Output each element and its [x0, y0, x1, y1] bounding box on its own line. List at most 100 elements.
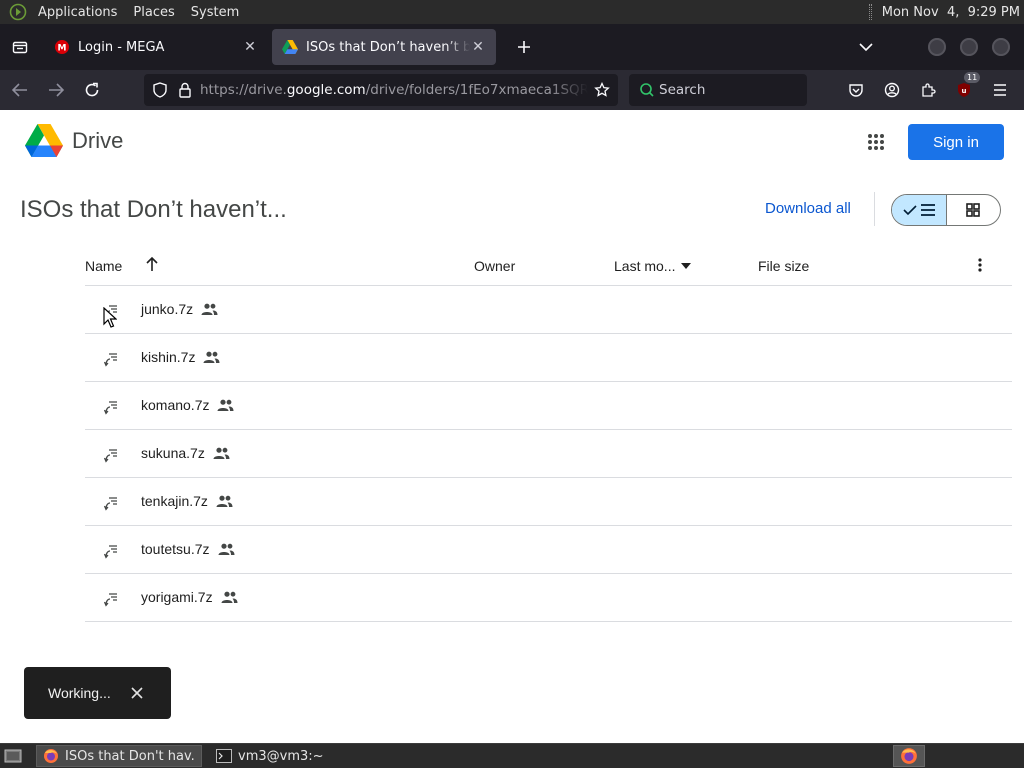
- taskbar-item-label: vm3@vm3:~: [238, 748, 324, 764]
- more-options-vertical-icon[interactable]: [978, 257, 982, 273]
- mega-icon: M: [54, 39, 70, 55]
- svg-text:u: u: [962, 87, 967, 95]
- bookmark-star-icon[interactable]: [588, 76, 616, 104]
- hamburger-menu-icon[interactable]: [984, 74, 1016, 106]
- archive-file-icon: [103, 591, 119, 607]
- shared-people-icon: [216, 494, 234, 508]
- tab-google-drive[interactable]: ISOs that Don’t haven’t been ✕: [272, 29, 496, 65]
- url-path: /drive/folders/1fEo7xmaeca1SQRN9: [365, 82, 588, 98]
- table-row[interactable]: yorigami.7z: [85, 574, 1012, 622]
- terminal-icon: [216, 749, 232, 763]
- tray-firefox-icon[interactable]: [893, 745, 925, 767]
- archive-file-icon: [103, 447, 119, 463]
- close-tab-icon[interactable]: ✕: [242, 39, 258, 55]
- browser-tab-strip: M Login - MEGA ✕ ISOs that Don’t haven’t…: [0, 24, 1024, 70]
- list-all-tabs-chevron-icon[interactable]: [852, 33, 880, 61]
- reload-icon[interactable]: [76, 74, 108, 106]
- page-content: Drive Sign in ISOs that Don’t haven’t...…: [0, 110, 1024, 743]
- back-arrow-icon[interactable]: [4, 74, 36, 106]
- column-header-name[interactable]: Name: [85, 258, 122, 274]
- checkmark-icon: [903, 204, 917, 216]
- file-name[interactable]: sukuna.7z: [141, 445, 231, 461]
- shared-people-icon: [201, 302, 219, 316]
- shared-people-icon: [217, 398, 235, 412]
- file-table: Name Owner Last mo... File size junko.7z…: [85, 248, 1012, 622]
- panel-grip: [868, 4, 872, 20]
- table-row[interactable]: tenkajin.7z: [85, 478, 1012, 526]
- url-bar[interactable]: https://drive.google.com/drive/folders/1…: [144, 74, 618, 106]
- grid-view-icon: [966, 203, 981, 217]
- firefox-view-icon[interactable]: [0, 24, 40, 70]
- url-prefix: https://drive.: [200, 82, 287, 98]
- file-name-text: sukuna.7z: [141, 445, 205, 461]
- shared-people-icon: [218, 542, 236, 556]
- file-name[interactable]: junko.7z: [141, 301, 219, 317]
- extensions-puzzle-icon[interactable]: [912, 74, 944, 106]
- lock-icon[interactable]: [178, 82, 192, 98]
- tracking-protection-shield-icon[interactable]: [152, 82, 168, 98]
- dropdown-arrow-icon: [681, 263, 692, 269]
- table-row[interactable]: sukuna.7z: [85, 430, 1012, 478]
- close-window-button[interactable]: [992, 38, 1010, 56]
- column-header-owner: Owner: [474, 258, 516, 274]
- search-placeholder: Search: [659, 82, 706, 98]
- new-tab-button[interactable]: [510, 33, 538, 61]
- forward-arrow-icon[interactable]: [40, 74, 72, 106]
- archive-file-icon: [103, 399, 119, 415]
- table-row[interactable]: kishin.7z: [85, 334, 1012, 382]
- table-row[interactable]: komano.7z: [85, 382, 1012, 430]
- bottom-taskbar: ISOs that Don't hav... vm3@vm3:~: [0, 743, 1024, 768]
- file-name-text: yorigami.7z: [141, 589, 213, 605]
- file-name[interactable]: komano.7z: [141, 397, 235, 413]
- taskbar-item-label: ISOs that Don't hav...: [65, 748, 195, 764]
- file-name[interactable]: yorigami.7z: [141, 589, 239, 605]
- show-desktop-icon[interactable]: [2, 746, 24, 766]
- search-bar[interactable]: Search: [629, 74, 807, 106]
- url-text[interactable]: https://drive.google.com/drive/folders/1…: [200, 82, 588, 98]
- menu-system[interactable]: System: [191, 5, 239, 20]
- browser-nav-bar: https://drive.google.com/drive/folders/1…: [0, 70, 1024, 110]
- google-drive-logo-icon[interactable]: [25, 124, 63, 158]
- search-engine-icon[interactable]: [639, 82, 655, 98]
- archive-file-icon: [103, 495, 119, 511]
- file-name[interactable]: kishin.7z: [141, 349, 221, 365]
- grid-view-button[interactable]: [947, 195, 1001, 225]
- table-row[interactable]: junko.7z: [85, 286, 1012, 334]
- menu-places[interactable]: Places: [133, 5, 174, 20]
- maximize-button[interactable]: [960, 38, 978, 56]
- minimize-button[interactable]: [928, 38, 946, 56]
- list-view-button[interactable]: [892, 195, 947, 225]
- mouse-cursor-icon: [103, 306, 118, 329]
- file-name[interactable]: toutetsu.7z: [141, 541, 236, 557]
- drive-header: Drive Sign in: [0, 110, 1024, 174]
- taskbar-item-firefox[interactable]: ISOs that Don't hav...: [36, 745, 202, 767]
- file-name-text: tenkajin.7z: [141, 493, 208, 509]
- shared-people-icon: [213, 446, 231, 460]
- working-snackbar: Working...: [24, 667, 171, 719]
- column-header-last-modified[interactable]: Last mo...: [614, 258, 692, 274]
- google-apps-grid-icon[interactable]: [862, 128, 890, 156]
- pocket-icon[interactable]: [840, 74, 872, 106]
- tab-login-mega[interactable]: M Login - MEGA ✕: [44, 29, 268, 65]
- account-icon[interactable]: [876, 74, 908, 106]
- file-name[interactable]: tenkajin.7z: [141, 493, 234, 509]
- download-all-button[interactable]: Download all: [765, 200, 851, 217]
- sort-ascending-arrow-icon[interactable]: [145, 256, 159, 272]
- column-header-file-size: File size: [758, 258, 810, 274]
- archive-file-icon: [103, 543, 119, 559]
- shared-people-icon: [203, 350, 221, 364]
- table-row[interactable]: toutetsu.7z: [85, 526, 1012, 574]
- clock[interactable]: Mon Nov 4, 9:29 PM: [882, 5, 1020, 20]
- taskbar-item-terminal[interactable]: vm3@vm3:~: [210, 745, 330, 767]
- close-icon[interactable]: [129, 685, 145, 701]
- close-tab-icon[interactable]: ✕: [470, 39, 486, 55]
- menu-applications[interactable]: Applications: [38, 5, 117, 20]
- system-top-panel: Applications Places System Mon Nov 4, 9:…: [0, 0, 1024, 24]
- system-logo-icon[interactable]: [8, 2, 28, 22]
- sign-in-button[interactable]: Sign in: [908, 124, 1004, 160]
- table-header: Name Owner Last mo... File size: [85, 248, 1012, 286]
- view-toggle: [891, 194, 1001, 226]
- file-name-text: komano.7z: [141, 397, 210, 413]
- file-name-text: junko.7z: [141, 301, 194, 317]
- ublock-origin-icon[interactable]: u 11: [948, 72, 981, 106]
